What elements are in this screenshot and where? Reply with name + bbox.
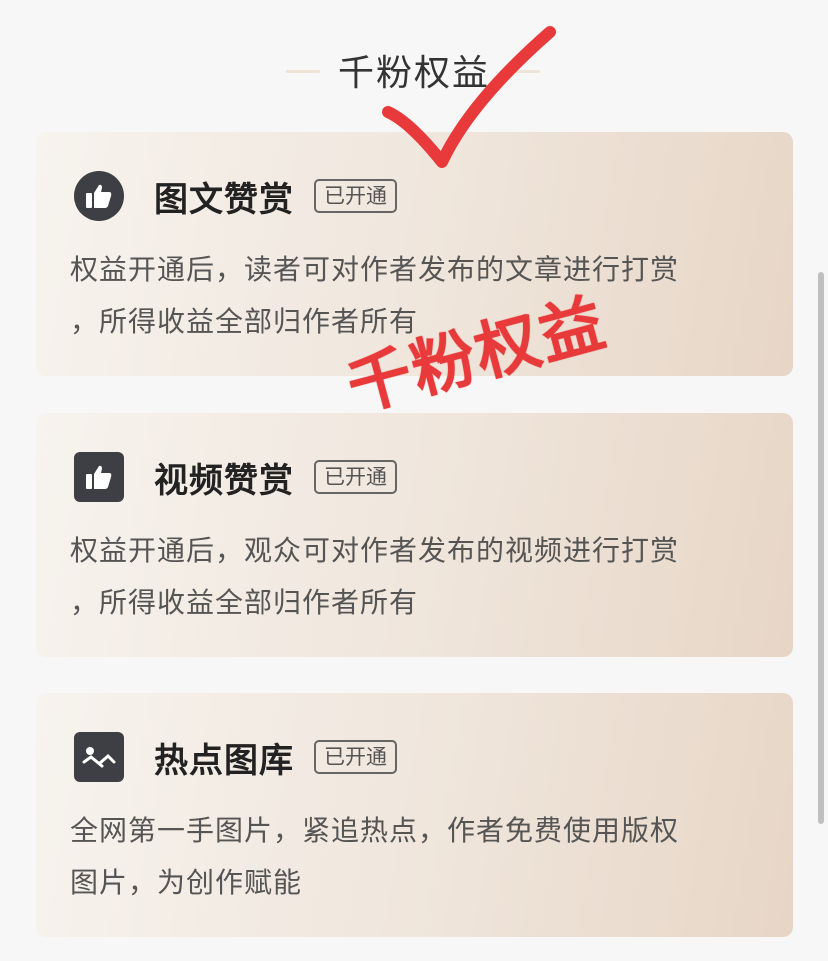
checkmark-icon [382, 26, 556, 168]
benefit-card-image-library[interactable]: 热点图库 已开通 全网第一手图片，紧追热点，作者免费使用版权 图片，为创作赋能 [36, 693, 793, 937]
status-badge: 已开通 [314, 179, 397, 213]
benefit-card-video-tip[interactable]: 视频赞赏 已开通 权益开通后，观众可对作者发布的视频进行打赏 ，所得收益全部归作… [36, 413, 793, 657]
status-badge: 已开通 [314, 460, 397, 494]
thumbs-up-icon [74, 171, 124, 221]
status-badge: 已开通 [314, 740, 397, 774]
card-description: 权益开通后，观众可对作者发布的视频进行打赏 ，所得收益全部归作者所有 [70, 534, 680, 619]
thumbs-up-icon [74, 452, 124, 502]
card-description: 全网第一手图片，紧追热点，作者免费使用版权 图片，为创作赋能 [70, 814, 680, 899]
image-icon [74, 732, 124, 782]
card-title: 热点图库 [154, 740, 294, 781]
card-title: 图文赞赏 [154, 179, 294, 220]
scrollbar[interactable] [818, 272, 824, 824]
card-title: 视频赞赏 [154, 460, 294, 501]
